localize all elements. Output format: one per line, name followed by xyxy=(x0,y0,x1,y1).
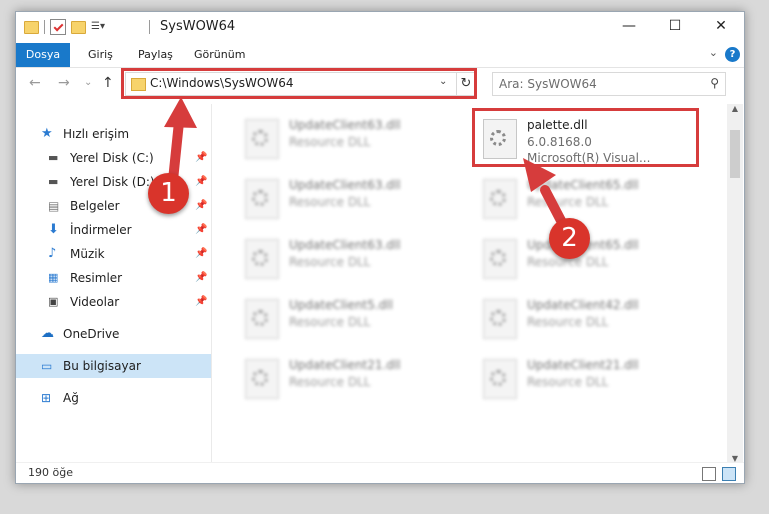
step-badge-1: 1 xyxy=(148,173,189,214)
step-badge-2: 2 xyxy=(549,218,590,259)
annotation-arrows xyxy=(164,97,573,239)
